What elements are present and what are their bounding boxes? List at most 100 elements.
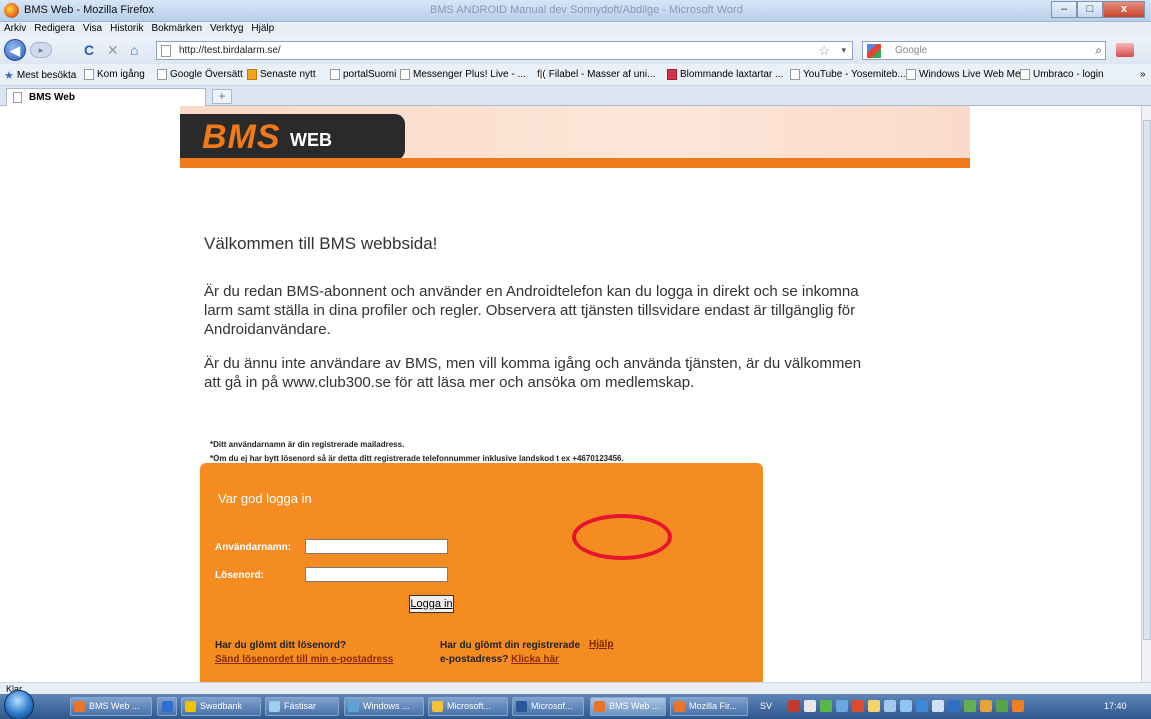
note-username: *Ditt användarnamn är din registrerade m… — [210, 440, 405, 449]
bookmark-label: Messenger Plus! Live - ... — [413, 69, 526, 80]
bluetooth-icon[interactable] — [948, 700, 960, 712]
page-icon — [161, 45, 171, 57]
signal-icon[interactable] — [900, 700, 912, 712]
taskbar-label: Microsoft... — [447, 701, 492, 711]
page-viewport: BMS WEB Välkommen till BMS webbsida! Är … — [0, 106, 1141, 682]
bookmark-item[interactable]: YouTube - Yosemiteb... — [790, 69, 906, 80]
tray-icon[interactable] — [852, 700, 864, 712]
bookmark-item[interactable]: Messenger Plus! Live - ... — [400, 69, 526, 80]
volume-icon[interactable] — [932, 700, 944, 712]
bookmark-item[interactable]: Kom igång — [84, 69, 145, 80]
tray-icon[interactable] — [996, 700, 1008, 712]
url-dropdown-icon[interactable]: ▾ — [841, 45, 846, 56]
taskbar-item[interactable]: Swedbank — [181, 697, 261, 716]
tray-icon[interactable] — [1012, 700, 1024, 712]
bookmark-item[interactable]: ★ Mest besökta — [4, 69, 76, 82]
taskbar-label: BMS Web ... — [609, 701, 660, 711]
signup-paragraph: Är du ännu inte användare av BMS, men vi… — [204, 355, 862, 391]
login-heading: Var god logga in — [218, 491, 312, 506]
search-bar[interactable]: Google ⌕ — [862, 41, 1106, 60]
bookmark-item[interactable]: Blommande laxtartar ... — [667, 69, 783, 80]
language-indicator[interactable]: SV — [760, 697, 772, 716]
tray-icon[interactable] — [916, 700, 928, 712]
network-icon[interactable] — [884, 700, 896, 712]
bookmark-label: Senaste nytt — [260, 69, 316, 80]
taskbar-item-active[interactable]: BMS Web ... — [590, 697, 666, 716]
bms-web-logo: BMS WEB — [180, 114, 405, 160]
maximize-button[interactable]: □ — [1077, 1, 1103, 18]
start-button[interactable] — [4, 690, 34, 719]
url-bar[interactable]: http://test.birdalarm.se/ ☆ ▾ — [156, 41, 853, 60]
back-icon[interactable]: ◀ — [4, 39, 26, 61]
menu-hjalp[interactable]: Hjälp — [251, 22, 274, 36]
menu-visa[interactable]: Visa — [83, 22, 102, 36]
tab-bms-web[interactable]: BMS Web — [6, 88, 206, 106]
menu-verktyg[interactable]: Verktyg — [210, 22, 243, 36]
taskbar-item[interactable]: BMS Web ... — [70, 697, 152, 716]
tray-icon[interactable] — [820, 700, 832, 712]
word-icon — [516, 701, 527, 712]
send-password-link[interactable]: Sänd lösenordet till min e-postadress — [215, 653, 393, 667]
taskbar-item[interactable]: Microsof... — [512, 697, 584, 716]
taskbar-item[interactable]: Microsoft... — [428, 697, 508, 716]
minimize-button[interactable]: – — [1051, 1, 1077, 18]
scrollbar-thumb[interactable] — [1143, 120, 1151, 640]
search-icon[interactable]: ⌕ — [1095, 43, 1102, 58]
bookmark-star-icon[interactable]: ☆ — [818, 43, 830, 59]
taskbar-label: BMS Web ... — [89, 701, 140, 711]
stop-icon[interactable]: ✕ — [107, 42, 119, 58]
forward-icon[interactable]: ▸ — [30, 42, 52, 58]
bookmark-item[interactable]: Senaste nytt — [247, 69, 316, 80]
reload-icon[interactable]: C — [84, 42, 94, 58]
bookmark-item[interactable]: f|(Filabel - Masser af uni... — [537, 69, 655, 80]
addon-icon[interactable] — [1116, 43, 1134, 57]
firefox-icon — [674, 701, 685, 712]
login-button[interactable]: Logga in — [409, 595, 454, 613]
folder-icon — [269, 701, 280, 712]
menu-redigera[interactable]: Redigera — [34, 22, 75, 36]
recipe-icon — [667, 69, 677, 80]
clock[interactable]: 17:40 — [1104, 697, 1127, 716]
firefox-icon — [74, 701, 85, 712]
bookmark-item[interactable]: portalSuomi — [330, 69, 396, 80]
click-here-link[interactable]: Klicka här — [511, 654, 559, 665]
google-icon[interactable] — [867, 44, 881, 58]
taskbar-item[interactable]: Fästisar — [265, 697, 339, 716]
tray-icon[interactable] — [980, 700, 992, 712]
highlight-circle — [572, 514, 672, 560]
username-input[interactable] — [305, 539, 448, 554]
new-tab-button[interactable]: + — [212, 89, 232, 104]
bookmark-item[interactable]: Windows Live Web Me... — [906, 69, 1029, 80]
window-title: BMS Web - Mozilla Firefox — [24, 4, 154, 16]
taskbar-item[interactable] — [157, 697, 177, 716]
login-box: Var god logga in Användarnamn: Lösenord:… — [200, 463, 763, 682]
menu-arkiv[interactable]: Arkiv — [4, 22, 26, 36]
bookmark-label: Kom igång — [97, 69, 145, 80]
navigation-toolbar: ◀ ▸ C ✕ ⌂ http://test.birdalarm.se/ ☆ ▾ … — [0, 36, 1151, 64]
tray-icon[interactable] — [868, 700, 880, 712]
bookmarks-overflow[interactable]: » — [1140, 69, 1146, 80]
close-button[interactable]: x — [1103, 1, 1145, 18]
taskbar-label: Microsof... — [531, 701, 573, 711]
header-band — [180, 158, 970, 168]
tray-icon[interactable] — [836, 700, 848, 712]
taskbar-item[interactable]: Mozilla Fir... — [670, 697, 748, 716]
tray-icon[interactable] — [788, 700, 800, 712]
forgot-email-question-2: e-postadress? — [440, 654, 509, 665]
tray-icon[interactable] — [804, 700, 816, 712]
password-input[interactable] — [305, 567, 448, 582]
logo-web: WEB — [290, 130, 332, 150]
vertical-scrollbar[interactable] — [1141, 106, 1151, 682]
menu-historik[interactable]: Historik — [110, 22, 143, 36]
bookmark-item[interactable]: Umbraco - login — [1020, 69, 1104, 80]
bookmark-label: Umbraco - login — [1033, 69, 1104, 80]
help-link[interactable]: Hjälp — [589, 639, 613, 650]
intro-paragraph: Är du redan BMS-abonnent och använder en… — [204, 283, 859, 338]
menu-bokmarken[interactable]: Bokmärken — [151, 22, 202, 36]
taskbar-label: Mozilla Fir... — [689, 701, 738, 711]
tab-label: BMS Web — [29, 92, 75, 103]
bookmark-item[interactable]: Google Översätt — [157, 69, 243, 80]
home-icon[interactable]: ⌂ — [130, 42, 138, 58]
taskbar-item[interactable]: Windows ... — [344, 697, 424, 716]
tray-icon[interactable] — [964, 700, 976, 712]
